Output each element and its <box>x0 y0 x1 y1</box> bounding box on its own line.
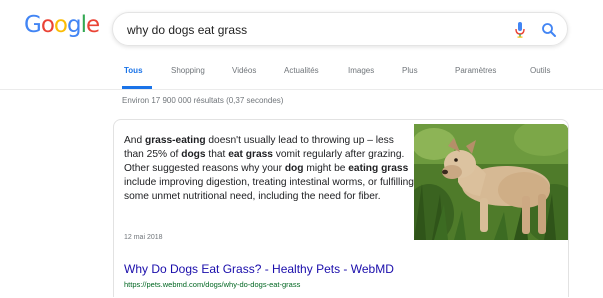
tab-images[interactable]: Images <box>348 66 374 75</box>
tab-more[interactable]: Plus <box>402 66 418 75</box>
tab-videos[interactable]: Vidéos <box>232 66 256 75</box>
logo-letter: o <box>53 12 68 38</box>
search-icon[interactable] <box>541 22 557 38</box>
result-url[interactable]: https://pets.webmd.com/dogs/why-do-dogs-… <box>124 280 300 289</box>
snippet-date: 12 mai 2018 <box>124 234 163 241</box>
tab-news[interactable]: Actualités <box>284 66 319 75</box>
dog-image[interactable] <box>414 124 568 240</box>
result-stats: Environ 17 900 000 résultats (0,37 secon… <box>122 96 284 105</box>
tab-settings[interactable]: Paramètres <box>455 66 496 75</box>
google-logo[interactable]: Google <box>24 12 100 38</box>
logo-letter: g <box>66 12 82 38</box>
search-tabs: Tous Shopping Vidéos Actualités Images P… <box>0 56 603 90</box>
result-title-link[interactable]: Why Do Dogs Eat Grass? - Healthy Pets - … <box>124 262 394 276</box>
logo-letter: G <box>24 12 42 38</box>
tab-all[interactable]: Tous <box>124 66 143 75</box>
search-input[interactable] <box>127 21 487 39</box>
featured-snippet-card: And grass-eating doesn't usually lead to… <box>113 119 569 297</box>
mic-icon[interactable] <box>514 21 526 39</box>
logo-letter: o <box>40 12 55 38</box>
active-tab-indicator <box>122 86 152 89</box>
featured-snippet-text: And grass-eating doesn't usually lead to… <box>124 135 414 202</box>
tab-shopping[interactable]: Shopping <box>171 66 205 75</box>
search-box <box>112 12 568 46</box>
logo-letter: e <box>85 12 100 38</box>
tab-tools[interactable]: Outils <box>530 66 550 75</box>
